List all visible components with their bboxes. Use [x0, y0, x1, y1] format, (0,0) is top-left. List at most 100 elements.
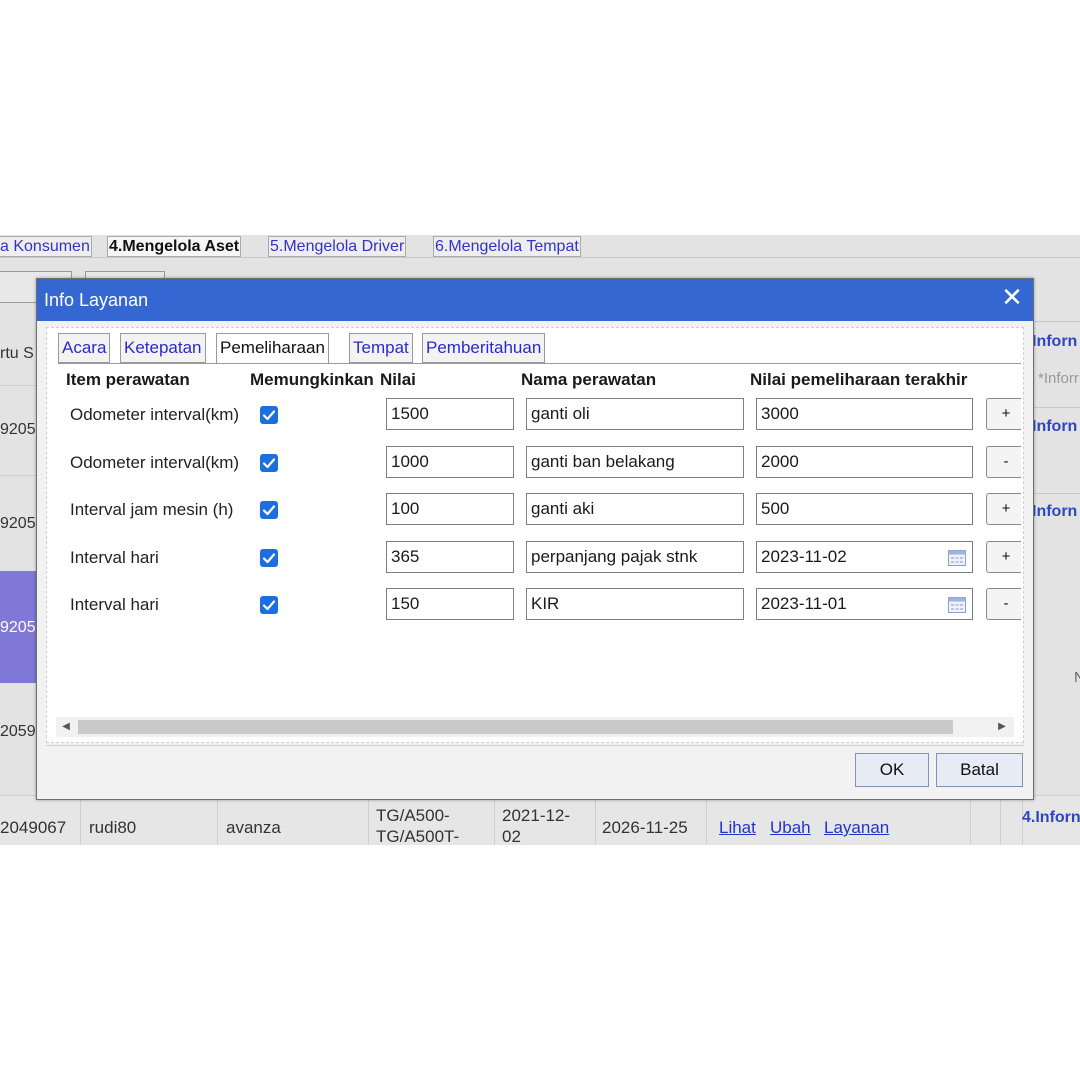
column-separator [970, 796, 971, 845]
tab-acara[interactable]: Acara [58, 333, 111, 363]
last-maintenance-input[interactable] [756, 398, 973, 430]
maintenance-name-input[interactable] [526, 446, 744, 478]
row-divider [0, 475, 40, 476]
maintenance-name-input[interactable] [526, 398, 744, 430]
column-header-enable: Memungkinkan [250, 370, 374, 389]
bg-cell: 9205 [0, 515, 36, 532]
interval-value-input[interactable] [386, 398, 514, 430]
bg-cell-date1-2: 02 [502, 827, 521, 845]
row-action-button[interactable]: + [986, 541, 1021, 573]
column-header-last: Nilai pemeliharaan terakhir [750, 370, 968, 389]
bg-cell-plate-2: TG/A500T- [376, 827, 460, 845]
interval-value-input[interactable] [386, 588, 514, 620]
footer-divider [46, 745, 1024, 746]
bg-info-box [1033, 407, 1080, 408]
enable-checkbox[interactable] [260, 549, 278, 567]
dialog-body: Acara Ketepatan Pemeliharaan Tempat Pemb… [46, 327, 1024, 743]
checkmark-icon [262, 458, 276, 469]
bg-info-label: Inforn [1032, 503, 1078, 520]
bg-cell-date2: 2026-11-25 [602, 818, 688, 837]
column-separator [595, 796, 596, 845]
interval-value-input[interactable] [386, 446, 514, 478]
column-separator [217, 796, 218, 845]
bg-cell-id: 2049067 [0, 818, 67, 837]
bg-info-box [1033, 493, 1080, 494]
bg-tab-mengelola-aset[interactable]: 4.Mengelola Aset [107, 236, 242, 257]
calendar-icon[interactable] [948, 550, 966, 566]
row-action-button[interactable]: - [986, 446, 1021, 478]
maintenance-name-input[interactable] [526, 588, 744, 620]
bg-cell: 9205 [0, 421, 36, 438]
column-separator [494, 796, 495, 845]
ok-button[interactable]: OK [855, 753, 929, 787]
last-maintenance-input[interactable] [756, 493, 973, 525]
column-separator [706, 796, 707, 845]
bg-cell-user: rudi80 [89, 818, 137, 837]
info-layanan-dialog: Info Layanan ✕ Acara Ketepatan Pemelihar… [36, 278, 1034, 800]
row-item-label: Odometer interval(km) [70, 405, 240, 424]
bg-info-letter: N [1074, 669, 1080, 686]
row-action-button[interactable]: + [986, 398, 1021, 430]
row-item-label: Interval hari [70, 595, 159, 614]
enable-checkbox[interactable] [260, 596, 278, 614]
link-ubah[interactable]: Ubah [770, 818, 811, 838]
row-item-label: Odometer interval(km) [70, 453, 240, 472]
app-screenshot: a Konsumen 4.Mengelola Aset 5.Mengelola … [0, 235, 1080, 845]
enable-checkbox[interactable] [260, 406, 278, 424]
calendar-icon[interactable] [948, 597, 966, 613]
bg-cell-selected: 9205 [0, 619, 36, 636]
checkmark-icon [262, 553, 276, 564]
enable-checkbox[interactable] [260, 454, 278, 472]
bg-info-label: 4.Inforn [1022, 809, 1080, 826]
column-header-item: Item perawatan [66, 370, 190, 389]
bg-cell-plate-1: TG/A500- [376, 806, 450, 825]
tab-pemberitahuan[interactable]: Pemberitahuan [422, 333, 546, 363]
scroll-right-arrow-icon[interactable]: ▶ [996, 721, 1008, 733]
horizontal-scrollbar[interactable]: ◀ ▶ [56, 717, 1014, 737]
last-maintenance-input[interactable] [756, 446, 973, 478]
bg-cell-date1-1: 2021-12- [502, 806, 571, 825]
dialog-title: Info Layanan [44, 290, 149, 310]
cancel-button[interactable]: Batal [936, 753, 1023, 787]
enable-checkbox[interactable] [260, 501, 278, 519]
interval-value-input[interactable] [386, 541, 514, 573]
checkmark-icon [262, 505, 276, 516]
checkmark-icon [262, 410, 276, 421]
column-separator [80, 796, 81, 845]
scrollbar-thumb[interactable] [78, 720, 953, 734]
row-action-button[interactable]: + [986, 493, 1021, 525]
dialog-titlebar[interactable]: Info Layanan ✕ [37, 279, 1033, 321]
maintenance-name-input[interactable] [526, 541, 744, 573]
row-item-label: Interval hari [70, 548, 159, 567]
tab-ketepatan[interactable]: Ketepatan [120, 333, 206, 363]
last-maintenance-input[interactable] [756, 541, 973, 573]
last-maintenance-input[interactable] [756, 588, 973, 620]
bg-tab-mengelola-tempat[interactable]: 6.Mengelola Tempat [433, 236, 581, 257]
bg-cell: 2059 [0, 723, 36, 740]
tab-pemeliharaan[interactable]: Pemeliharaan [216, 333, 329, 364]
bg-cell-model: avanza [226, 818, 281, 837]
scroll-viewport: Acara Ketepatan Pemeliharaan Tempat Pemb… [47, 328, 1021, 716]
scroll-left-arrow-icon[interactable]: ◀ [60, 721, 72, 733]
link-lihat[interactable]: Lihat [719, 818, 756, 838]
row-item-label: Interval jam mesin (h) [70, 500, 234, 519]
row-divider [0, 385, 40, 386]
row-action-button[interactable]: - [986, 588, 1021, 620]
bg-info-label: Inforn [1032, 418, 1078, 435]
bg-info-label: Inforn [1032, 333, 1078, 350]
bg-tab-konsumen[interactable]: a Konsumen [0, 236, 92, 257]
column-separator [368, 796, 369, 845]
close-icon[interactable]: ✕ [998, 283, 1026, 311]
column-separator [1000, 796, 1001, 845]
interval-value-input[interactable] [386, 493, 514, 525]
maintenance-name-input[interactable] [526, 493, 744, 525]
bg-table-row[interactable]: 2049067 rudi80 avanza TG/A500- TG/A500T-… [0, 795, 1080, 845]
bg-tab-mengelola-driver[interactable]: 5.Mengelola Driver [268, 236, 407, 257]
bg-column-header: rtu S [0, 345, 34, 362]
column-header-name: Nama perawatan [521, 370, 657, 389]
tab-underline [58, 363, 1021, 364]
background-tab-bar: a Konsumen 4.Mengelola Aset 5.Mengelola … [0, 235, 1080, 258]
link-layanan[interactable]: Layanan [824, 818, 889, 838]
checkmark-icon [262, 600, 276, 611]
tab-tempat[interactable]: Tempat [349, 333, 413, 363]
